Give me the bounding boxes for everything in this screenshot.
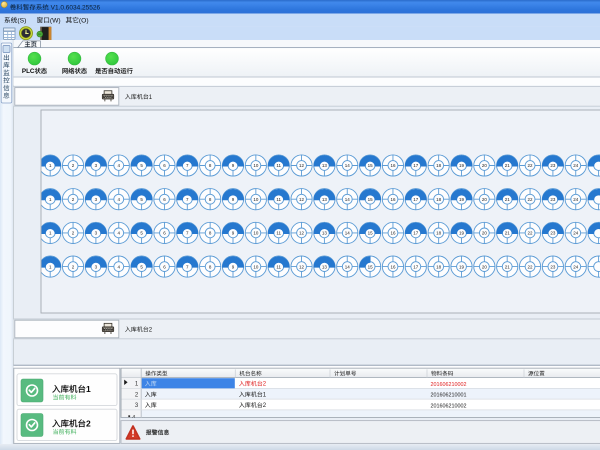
- svg-text:20: 20: [482, 231, 488, 236]
- svg-text:PLC: PLC: [22, 68, 35, 75]
- svg-text:201606210002: 201606210002: [431, 403, 467, 409]
- svg-text:13: 13: [322, 231, 328, 236]
- svg-text:17: 17: [413, 163, 419, 168]
- svg-text:15: 15: [368, 231, 374, 236]
- svg-text:22: 22: [528, 163, 534, 168]
- svg-text:16: 16: [390, 163, 396, 168]
- svg-text:15: 15: [368, 197, 374, 202]
- svg-text:20: 20: [482, 264, 488, 269]
- svg-text:19: 19: [459, 197, 465, 202]
- svg-text:11: 11: [276, 264, 281, 269]
- svg-text:19: 19: [459, 264, 465, 269]
- svg-text:15: 15: [368, 163, 374, 168]
- svg-text:13: 13: [322, 197, 328, 202]
- svg-text:20: 20: [482, 163, 488, 168]
- svg-text:24: 24: [573, 264, 579, 269]
- svg-text:2: 2: [86, 419, 91, 429]
- svg-text:18: 18: [436, 197, 442, 202]
- svg-text:18: 18: [436, 163, 442, 168]
- svg-text:15: 15: [368, 264, 374, 269]
- svg-text:12: 12: [299, 163, 305, 168]
- svg-text:18: 18: [436, 231, 442, 236]
- svg-text:16: 16: [390, 197, 396, 202]
- svg-text:17: 17: [413, 231, 419, 236]
- svg-text:21: 21: [505, 264, 511, 269]
- svg-text:1: 1: [86, 384, 91, 394]
- svg-text:14: 14: [345, 264, 351, 269]
- svg-text:21: 21: [505, 163, 511, 168]
- svg-text:23: 23: [550, 197, 556, 202]
- svg-text:13: 13: [322, 264, 328, 269]
- svg-text:22: 22: [528, 231, 534, 236]
- svg-text:24: 24: [573, 231, 579, 236]
- svg-text:11: 11: [276, 197, 281, 202]
- svg-text:14: 14: [345, 197, 351, 202]
- svg-text:17: 17: [413, 197, 419, 202]
- svg-text:11: 11: [276, 163, 281, 168]
- svg-text:23: 23: [550, 264, 556, 269]
- svg-text:12: 12: [299, 231, 305, 236]
- svg-text:(W): (W): [50, 18, 61, 25]
- svg-text:201606210001: 201606210001: [431, 393, 467, 399]
- svg-text:10: 10: [253, 163, 259, 168]
- svg-text:14: 14: [345, 231, 351, 236]
- svg-text:10: 10: [253, 264, 259, 269]
- svg-text:13: 13: [322, 163, 328, 168]
- svg-text:24: 24: [573, 163, 579, 168]
- svg-text:14: 14: [345, 163, 351, 168]
- svg-text:12: 12: [299, 197, 305, 202]
- svg-text:16: 16: [390, 264, 396, 269]
- svg-text:23: 23: [550, 231, 556, 236]
- svg-text:24: 24: [573, 197, 579, 202]
- svg-text:23: 23: [550, 163, 556, 168]
- svg-text:19: 19: [459, 163, 465, 168]
- svg-text:V1.0.6034.25526: V1.0.6034.25526: [49, 5, 101, 12]
- svg-text:20: 20: [482, 197, 488, 202]
- svg-text:10: 10: [253, 231, 259, 236]
- svg-text:16: 16: [390, 231, 396, 236]
- svg-text:(O): (O): [79, 18, 89, 25]
- svg-text:10: 10: [253, 197, 259, 202]
- svg-text:18: 18: [436, 264, 442, 269]
- svg-text:19: 19: [459, 231, 465, 236]
- svg-text:201606210002: 201606210002: [431, 382, 467, 388]
- svg-text:17: 17: [413, 264, 419, 269]
- svg-text:12: 12: [299, 264, 305, 269]
- svg-text:22: 22: [528, 264, 534, 269]
- svg-text:(S): (S): [17, 18, 26, 25]
- svg-text:21: 21: [505, 231, 511, 236]
- svg-text:21: 21: [505, 197, 511, 202]
- svg-text:22: 22: [528, 197, 534, 202]
- svg-text:11: 11: [276, 231, 281, 236]
